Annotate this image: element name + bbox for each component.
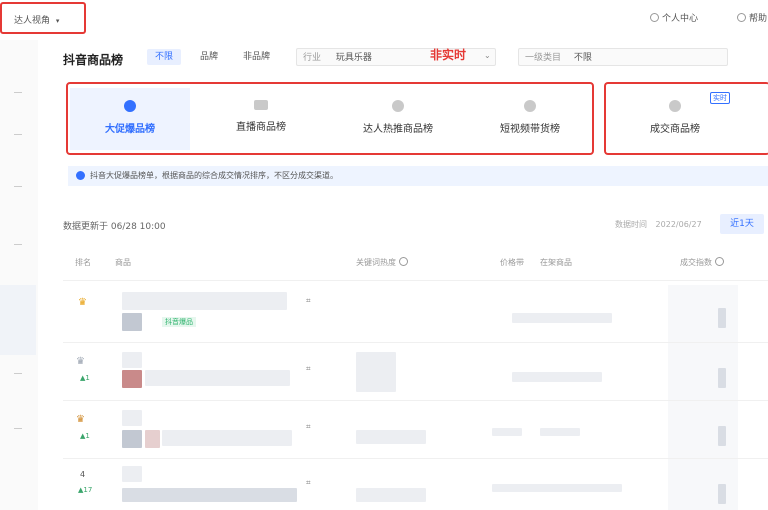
bookmark-icon[interactable]: ⌗	[306, 296, 311, 306]
price-bar	[492, 484, 622, 492]
product-title-placeholder	[145, 370, 290, 386]
bookmark-icon[interactable]: ⌗	[306, 364, 311, 374]
rank-change: ▲1	[80, 374, 90, 382]
sidebar-item[interactable]	[14, 134, 22, 135]
filter-all[interactable]: 不限	[147, 49, 182, 65]
product-thumb	[122, 430, 142, 448]
sidebar-item[interactable]	[14, 92, 22, 93]
sidebar-item[interactable]	[14, 186, 22, 187]
range-1day-button[interactable]: 近1天	[720, 214, 764, 234]
rank-change: ▲1	[80, 432, 90, 440]
table-row[interactable]	[0, 460, 768, 510]
product-thumb	[122, 466, 142, 482]
divider	[63, 458, 768, 459]
help-icon	[399, 257, 408, 266]
page-title: 抖音商品榜	[63, 53, 124, 67]
role-dropdown[interactable]: 达人视角 ▾	[0, 2, 86, 34]
category-label: 一级类目	[525, 53, 562, 63]
col-product: 商品	[115, 258, 131, 267]
deal-index-bar	[718, 484, 726, 504]
chevron-down-icon: ⌄	[484, 51, 491, 60]
rank-change: ▲17	[78, 486, 93, 494]
category-value: 不限	[573, 53, 592, 63]
sidebar-item[interactable]	[14, 244, 22, 245]
industry-value: 玩具乐器	[335, 53, 372, 63]
data-date: 数据时间 2022/06/27	[615, 219, 702, 230]
deal-index-bar	[718, 426, 726, 446]
table-row[interactable]	[0, 284, 768, 342]
help-link[interactable]: 帮助	[737, 11, 767, 24]
product-thumb	[122, 313, 142, 331]
col-deal-index[interactable]: 成交指数	[680, 257, 727, 268]
industry-label: 行业	[303, 53, 322, 63]
col-rank: 排名	[75, 258, 91, 267]
crown-icon: ♛	[78, 297, 87, 308]
keyword-bar	[356, 430, 426, 444]
bookmark-icon[interactable]: ⌗	[306, 478, 311, 488]
help-icon	[737, 13, 746, 22]
update-time: 数据更新于 06/28 10:00	[63, 222, 166, 232]
col-price: 价格带	[500, 258, 524, 267]
role-dropdown-label: 达人视角	[14, 16, 51, 26]
crown-icon: ♛	[76, 356, 85, 367]
shelf-bar	[540, 428, 580, 436]
col-deal-index-label: 成交指数	[680, 258, 712, 267]
col-keyword-heat[interactable]: 关键词热度	[356, 257, 411, 268]
help-icon	[715, 257, 724, 266]
divider	[63, 280, 768, 281]
info-notice: 抖音大促爆品榜单，根据商品的综合成交情况排序，不区分成交渠道。	[68, 166, 768, 186]
product-title-placeholder	[122, 488, 297, 502]
product-thumb	[145, 430, 160, 448]
filter-non-brand[interactable]: 非品牌	[235, 49, 278, 65]
product-thumb	[122, 370, 142, 388]
data-date-label: 数据时间	[615, 220, 647, 229]
deal-index-bar	[718, 308, 726, 328]
product-thumb	[122, 410, 142, 426]
product-thumb	[122, 292, 287, 310]
col-onshelf: 在架商品	[540, 258, 572, 267]
divider	[63, 400, 768, 401]
user-icon	[650, 13, 659, 22]
bookmark-icon[interactable]: ⌗	[306, 422, 311, 432]
realtime-annotation: 非实时	[430, 48, 467, 62]
user-center-label: 个人中心	[662, 14, 699, 24]
rank-number: 4	[80, 470, 86, 479]
deal-index-bar	[718, 368, 726, 388]
crown-icon: ♛	[76, 414, 85, 425]
help-label: 帮助	[749, 14, 768, 24]
product-title-placeholder	[162, 430, 292, 446]
divider	[63, 342, 768, 343]
col-keyword-heat-label: 关键词热度	[356, 258, 396, 267]
category-select[interactable]: 一级类目 不限	[518, 48, 728, 66]
data-date-value: 2022/06/27	[655, 220, 702, 229]
highlight-box-right	[604, 82, 768, 155]
price-bar	[512, 372, 602, 382]
user-center-link[interactable]: 个人中心	[650, 11, 698, 24]
keyword-bar	[356, 488, 426, 502]
chevron-down-icon: ▾	[55, 17, 60, 25]
info-icon	[76, 171, 85, 180]
filter-brand[interactable]: 品牌	[192, 49, 226, 65]
price-bar	[512, 313, 612, 323]
product-thumb	[122, 352, 142, 368]
highlight-box-left	[66, 82, 594, 155]
product-tag: 抖音爆品	[162, 317, 196, 327]
price-bar	[492, 428, 522, 436]
keyword-thumb	[356, 352, 396, 392]
